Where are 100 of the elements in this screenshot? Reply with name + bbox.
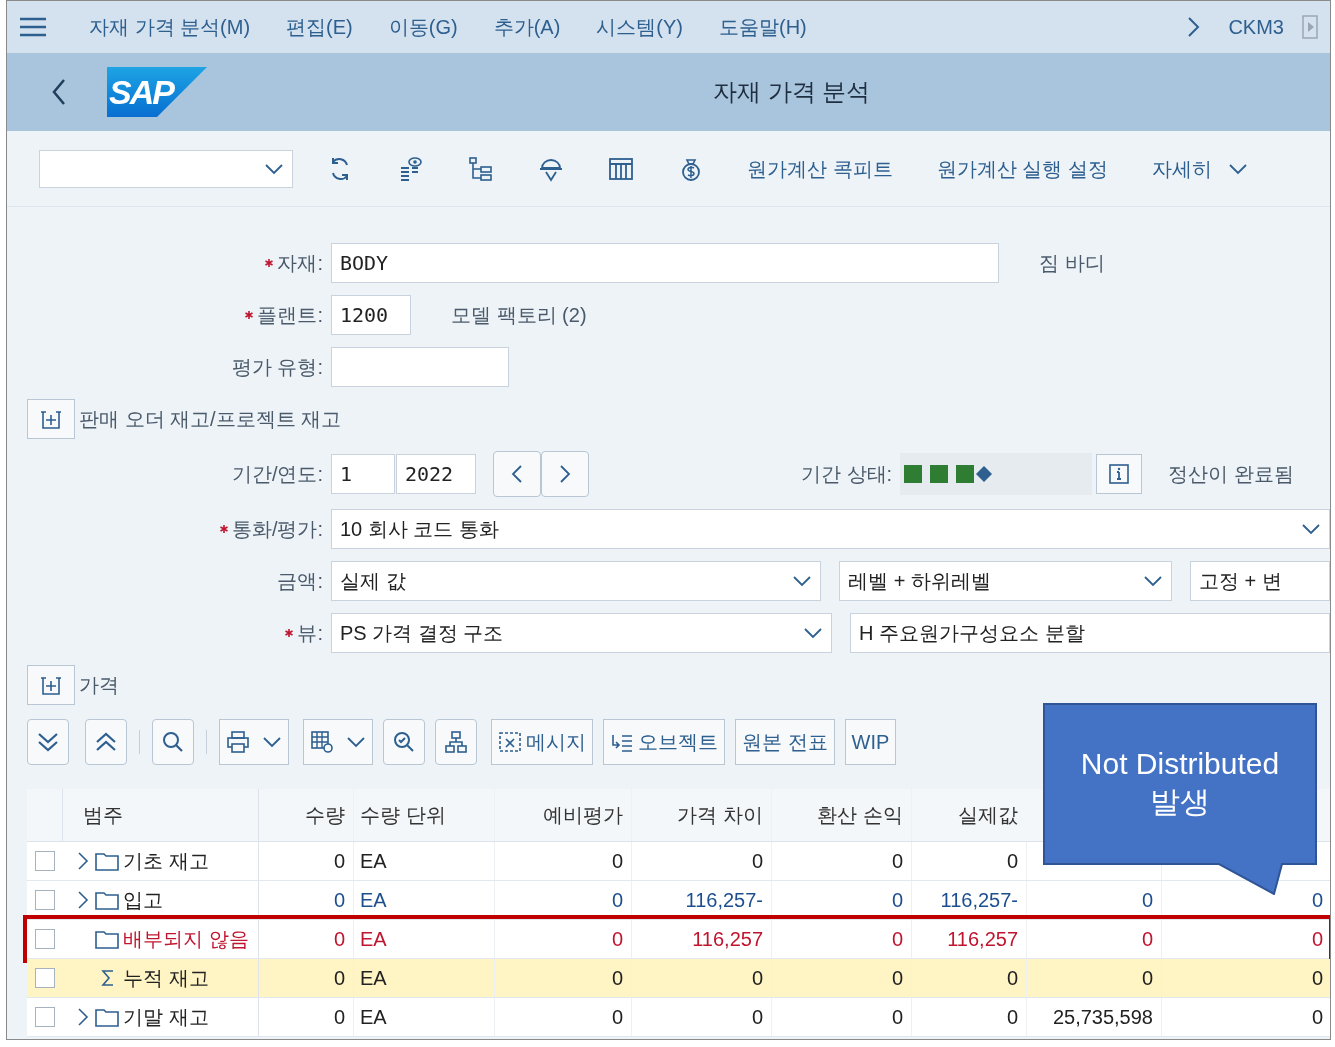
menu-item[interactable]: 도움말(H) bbox=[719, 12, 807, 42]
table-cell-text: 0 bbox=[333, 888, 345, 913]
zoom-button[interactable] bbox=[383, 719, 425, 765]
field-label: 평가 유형: bbox=[231, 355, 323, 380]
column-header[interactable]: 실제값 bbox=[958, 800, 1018, 830]
table-cell-text: 0 bbox=[891, 966, 903, 991]
table-cell-text: 0 bbox=[611, 966, 623, 991]
table-cell-text: 0 bbox=[333, 966, 345, 991]
column-header[interactable]: 수량 bbox=[305, 800, 345, 830]
dropdown-field[interactable]: PS 가격 결정 구조 bbox=[331, 613, 832, 653]
folder-icon bbox=[95, 890, 119, 910]
toolbar-button[interactable]: 메시지 bbox=[491, 719, 593, 765]
period-status-text: 정산이 완료됨 bbox=[1168, 462, 1294, 487]
table-cell-text: 0 bbox=[891, 927, 903, 952]
panel-toggle-icon[interactable] bbox=[1302, 15, 1318, 39]
print-menu-button[interactable] bbox=[219, 719, 289, 765]
menu-icon[interactable] bbox=[19, 16, 47, 38]
dropdown-field[interactable] bbox=[39, 149, 293, 188]
table-cell-text: 0 bbox=[751, 966, 763, 991]
menu-item[interactable]: 이동(G) bbox=[388, 12, 458, 42]
double-chevron-up-icon bbox=[94, 730, 118, 754]
chevron-right-icon[interactable] bbox=[1186, 16, 1201, 38]
folder-icon bbox=[95, 1007, 119, 1027]
grid-settings-icon bbox=[310, 730, 334, 754]
menu-item[interactable]: 자재 가격 분석(M) bbox=[89, 12, 251, 42]
table-cell-text: 0 bbox=[1006, 966, 1018, 991]
transaction-code: CKM3 bbox=[1228, 15, 1284, 40]
row-checkbox[interactable] bbox=[35, 968, 55, 988]
field-label: 통화/평가: bbox=[231, 517, 323, 542]
expand-icon bbox=[39, 674, 63, 696]
chevron-down-icon bbox=[803, 627, 823, 639]
chevron-down-icon bbox=[346, 736, 366, 748]
input-field[interactable]: BODY bbox=[331, 243, 999, 283]
expand-button[interactable] bbox=[27, 399, 75, 439]
structure-button[interactable] bbox=[435, 719, 477, 765]
column-header[interactable]: 범주 bbox=[83, 800, 123, 830]
toolbar-button[interactable]: 원가계산 콕피트 bbox=[747, 153, 893, 184]
table-cell-text: 116,257 bbox=[947, 927, 1018, 952]
more-button[interactable]: 자세히 bbox=[1151, 153, 1248, 184]
table-cell-text: 0 bbox=[333, 1005, 345, 1030]
table-cell-text: 누적 재고 bbox=[123, 966, 209, 991]
logo: SAP bbox=[107, 67, 207, 117]
row-checkbox[interactable] bbox=[35, 890, 55, 910]
printer-icon bbox=[226, 730, 250, 754]
table-cell-text: 0 bbox=[1311, 927, 1323, 952]
collapse-all-button[interactable] bbox=[85, 719, 127, 765]
column-header[interactable]: 가격 차이 bbox=[677, 800, 763, 830]
toolbar-button[interactable]: 원가계산 실행 설정 bbox=[936, 153, 1108, 184]
table-cell-text: 0 bbox=[891, 849, 903, 874]
menu-item[interactable]: 시스템(Y) bbox=[596, 12, 683, 42]
table-cell-text: 0 bbox=[751, 849, 763, 874]
material-description: 짐 바디 bbox=[1039, 251, 1105, 276]
table-cell-text: 0 bbox=[1311, 1005, 1323, 1030]
field-label: 금액: bbox=[277, 569, 323, 594]
column-header[interactable]: 수량 단위 bbox=[360, 800, 446, 830]
table-cell-text: 0 bbox=[1311, 966, 1323, 991]
table-cell-text: 0 bbox=[333, 849, 345, 874]
next-button[interactable] bbox=[541, 451, 589, 497]
menu-item[interactable]: 추가(A) bbox=[493, 12, 561, 42]
field-label: 기간/연도: bbox=[231, 462, 323, 487]
menu-item[interactable]: 편집(E) bbox=[286, 12, 353, 42]
back-icon[interactable] bbox=[51, 78, 67, 106]
table-cell-text: 0 bbox=[1141, 927, 1153, 952]
input-field[interactable]: 2022 bbox=[396, 454, 476, 494]
input-field[interactable]: 1200 bbox=[331, 295, 411, 335]
plant-description: 모델 팩토리 (2) bbox=[451, 303, 587, 328]
columns-icon bbox=[608, 155, 634, 182]
dropdown-field[interactable]: 고정 + 변 bbox=[1190, 561, 1330, 601]
table-cell-text: 25,735,598 bbox=[1052, 1005, 1153, 1030]
sum-icon bbox=[101, 969, 115, 987]
table-cell-text: EA bbox=[360, 849, 387, 874]
info-button[interactable] bbox=[1096, 454, 1143, 494]
row-checkbox[interactable] bbox=[35, 929, 55, 949]
chevron-down-icon bbox=[1143, 575, 1163, 587]
list-eye-icon bbox=[398, 155, 424, 182]
layout-menu-button[interactable] bbox=[303, 719, 373, 765]
previous-button[interactable] bbox=[493, 451, 541, 497]
search-button[interactable] bbox=[152, 719, 194, 765]
hierarchy-button[interactable] bbox=[467, 154, 495, 183]
expand-all-button[interactable] bbox=[27, 719, 69, 765]
expand-icon bbox=[39, 408, 63, 430]
toolbar-button[interactable]: 오브젝트 bbox=[603, 719, 725, 765]
dropdown-field[interactable]: 실제 값 bbox=[331, 561, 822, 601]
table-cell-text: 0 bbox=[891, 888, 903, 913]
column-header[interactable]: 예비평가 bbox=[543, 800, 623, 830]
table-cell-text: 기초 재고 bbox=[123, 849, 209, 874]
toolbar-button[interactable]: 원본 전표 bbox=[735, 719, 835, 765]
input-field[interactable]: 1 bbox=[331, 454, 395, 494]
table-cell-text: 0 bbox=[751, 1005, 763, 1030]
row-checkbox[interactable] bbox=[35, 851, 55, 871]
dropdown-field[interactable]: 10 회사 코드 통화 bbox=[331, 509, 1330, 549]
input-field[interactable] bbox=[331, 347, 509, 387]
table-cell-text: 0 bbox=[611, 1005, 623, 1030]
table-cell-text: EA bbox=[360, 1005, 387, 1030]
row-checkbox[interactable] bbox=[35, 1007, 55, 1027]
input-field[interactable]: H 주요원가구성요소 분할 bbox=[850, 613, 1330, 653]
toolbar-button[interactable]: WIP bbox=[844, 719, 897, 765]
column-header[interactable]: 환산 손익 bbox=[817, 800, 903, 830]
dropdown-field[interactable]: 레벨 + 하위레벨 bbox=[839, 561, 1172, 601]
expand-button[interactable] bbox=[27, 665, 75, 705]
